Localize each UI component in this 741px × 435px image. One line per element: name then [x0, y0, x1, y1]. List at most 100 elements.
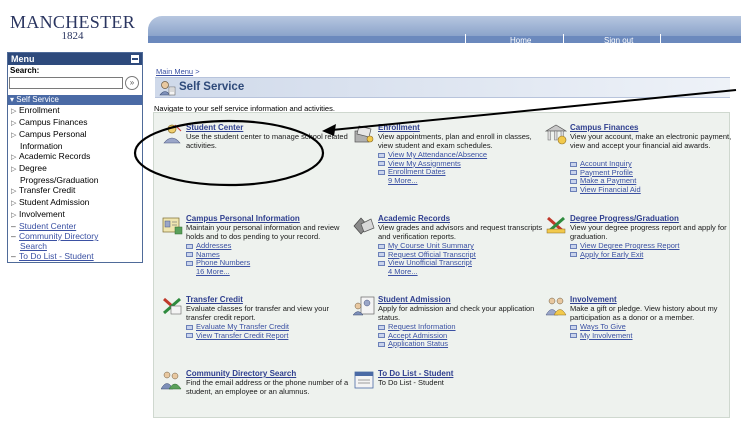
tile-link[interactable]: View Financial Aid [570, 184, 641, 195]
header-nav-strip [148, 36, 741, 43]
menu-link-label: To Do List - Student [19, 251, 94, 261]
menu-item-enrollment[interactable]: ▷ Enrollment [11, 105, 142, 117]
breadcrumb-separator: > [195, 67, 200, 76]
tile-link[interactable]: My Involvement [570, 331, 633, 341]
tile-link-list: Request Information Accept Admission App… [378, 322, 456, 349]
menu-item-student-admission[interactable]: ▷ Student Admission [11, 197, 142, 209]
transfer-credit-icon [163, 297, 182, 315]
link-bullet-icon [570, 324, 577, 330]
menu-root-self-service[interactable]: ▾ Self Service [8, 95, 142, 105]
menu-item-academic-records[interactable]: ▷ Academic Records [11, 151, 142, 163]
link-bullet-icon [378, 252, 385, 258]
collapsed-triangle-icon: ▷ [11, 120, 17, 127]
tile-todo-list: To Do List - Student To Do List - Studen… [351, 369, 541, 409]
menu-link-todo-list[interactable]: – To Do List - Student [11, 251, 142, 261]
link-bullet-icon [186, 333, 193, 339]
tile-campus-finances: Campus Finances View your account, make … [543, 123, 733, 203]
tile-link-list: My Course Unit Summary Request Official … [378, 241, 476, 277]
link-bullet-icon [570, 161, 577, 167]
tile-title-campus-personal[interactable]: Campus Personal Information [186, 214, 300, 223]
menu-item-label: Academic Records [19, 151, 91, 161]
left-menu: Menu Search: » ▾ Self Service ▷ Enrollmen… [7, 52, 143, 263]
tile-campus-personal: Campus Personal Information Maintain you… [159, 214, 349, 289]
degree-progress-icon [546, 216, 566, 234]
tile-link-label: View Financial Aid [580, 184, 641, 194]
menu-item-involvement[interactable]: ▷ Involvement [11, 209, 142, 221]
tile-link-list: View Degree Progress Report Apply for Ea… [570, 241, 680, 260]
menu-item-degree-cont[interactable]: Progress/Graduation [11, 175, 142, 185]
link-bullet-icon [570, 187, 577, 193]
menu-root-label: Self Service [16, 95, 59, 104]
menu-list: ▷ Enrollment ▷ Campus Finances ▷ Campus Per… [8, 105, 142, 261]
search-row: » [8, 76, 142, 92]
tile-link-list: View My Attendance/Absence View My Assig… [378, 150, 487, 186]
menu-link-label: Community Directory [19, 231, 99, 241]
tile-more-link[interactable]: 9 More... [378, 176, 487, 186]
link-bullet-icon [378, 333, 385, 339]
tile-title-involvement[interactable]: Involvement [570, 295, 617, 304]
breadcrumb: Main Menu > [156, 67, 200, 76]
link-bullet-icon [186, 260, 193, 266]
page-title-bar: Self Service [155, 77, 730, 98]
menu-title: Menu [11, 54, 35, 64]
link-bullet-icon [570, 243, 577, 249]
tile-title-campus-finances[interactable]: Campus Finances [570, 123, 638, 132]
collapse-icon[interactable] [131, 55, 139, 63]
tile-link[interactable]: Apply for Early Exit [570, 250, 680, 260]
tile-title-student-admission[interactable]: Student Admission [378, 295, 451, 304]
dash-icon: – [11, 251, 16, 261]
self-service-icon [159, 81, 176, 96]
menu-link-label: Student Center [19, 221, 77, 231]
tile-transfer-credit: Transfer Credit Evaluate classes for tra… [159, 295, 349, 355]
tile-involvement: Involvement Make a gift or pledge. View … [543, 295, 733, 355]
collapsed-triangle-icon: ▷ [11, 166, 17, 173]
tile-link[interactable]: Application Status [378, 339, 456, 349]
link-bullet-icon [570, 170, 577, 176]
menu-item-transfer-credit[interactable]: ▷ Transfer Credit [11, 185, 142, 197]
menu-item-label: Campus Personal [19, 129, 87, 139]
tile-desc: Use the student center to manage school … [186, 132, 348, 150]
menu-link-label: Search [20, 241, 47, 251]
home-link[interactable]: Home [510, 36, 531, 45]
tile-link[interactable]: View Transfer Credit Report [186, 331, 289, 341]
tile-link-list: Addresses Names Phone Numbers 16 More... [186, 241, 250, 277]
search-input[interactable] [9, 77, 123, 89]
dash-icon: – [11, 221, 16, 231]
menu-item-campus-finances[interactable]: ▷ Campus Finances [11, 117, 142, 129]
todo-list-icon [354, 371, 374, 389]
link-bullet-icon [570, 178, 577, 184]
collapsed-triangle-icon: ▷ [11, 132, 17, 139]
tile-title-degree-progress[interactable]: Degree Progress/Graduation [570, 214, 679, 223]
tile-community-directory: Community Directory Search Find the emai… [159, 369, 349, 409]
tile-more-link[interactable]: 16 More... [186, 267, 250, 277]
menu-link-student-center[interactable]: – Student Center [11, 221, 142, 231]
link-bullet-icon [186, 324, 193, 330]
collapsed-triangle-icon: ▷ [11, 154, 17, 161]
collapsed-triangle-icon: ▷ [11, 200, 17, 207]
menu-item-campus-personal[interactable]: ▷ Campus Personal [11, 129, 142, 141]
tile-title-community-directory[interactable]: Community Directory Search [186, 369, 296, 378]
tile-desc: Find the email address or the phone numb… [186, 378, 349, 396]
tile-title-academic-records[interactable]: Academic Records [378, 214, 450, 223]
menu-link-community-directory-cont[interactable]: Search [11, 241, 142, 251]
enrollment-icon [354, 125, 374, 143]
link-bullet-icon [378, 152, 385, 158]
tile-title-enrollment[interactable]: Enrollment [378, 123, 420, 132]
breadcrumb-main-menu[interactable]: Main Menu [156, 67, 193, 76]
menu-item-campus-personal-cont[interactable]: Information [11, 141, 142, 151]
menu-item-degree[interactable]: ▷ Degree [11, 163, 142, 175]
student-center-icon [163, 124, 182, 144]
tile-desc: To Do List - Student [378, 378, 444, 387]
tile-title-transfer-credit[interactable]: Transfer Credit [186, 295, 243, 304]
menu-link-community-directory[interactable]: – Community Directory [11, 231, 142, 241]
tile-title-student-center[interactable]: Student Center [186, 123, 243, 132]
signout-link[interactable]: Sign out [604, 36, 633, 45]
tile-title-todo-list[interactable]: To Do List - Student [378, 369, 453, 378]
tile-desc: Maintain your personal information and r… [186, 223, 340, 241]
collapsed-triangle-icon: ▷ [11, 212, 17, 219]
link-bullet-icon [570, 333, 577, 339]
menu-item-label: Enrollment [19, 105, 60, 115]
search-go-icon[interactable]: » [125, 76, 139, 90]
menu-item-label: Campus Finances [19, 117, 88, 127]
tile-more-link[interactable]: 4 More... [378, 267, 476, 277]
